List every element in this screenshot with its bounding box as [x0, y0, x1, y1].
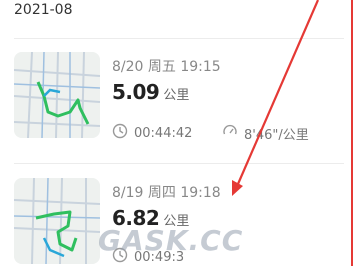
distance-value: 5.09 [112, 80, 160, 104]
route-map-thumbnail [14, 52, 100, 138]
route-map-thumbnail [14, 178, 100, 264]
run-date: 8/20 周五 19:15 [112, 59, 221, 75]
record-divider [14, 163, 345, 164]
header-divider [14, 38, 345, 39]
watermark-logo: GASK.CC [98, 224, 244, 257]
run-record-card[interactable]: 8/20 周五 19:15 5.09 公里 00:44:42 8'46"/公里 [0, 42, 359, 143]
distance-unit: 公里 [163, 88, 190, 103]
pace-value: 8'46"/公里 [244, 127, 309, 143]
month-header: 2021-08 [14, 2, 73, 18]
run-duration: 00:44:42 [112, 123, 192, 143]
run-pace: 8'46"/公里 [222, 123, 309, 143]
clock-icon [112, 123, 128, 143]
run-date: 8/19 周四 19:18 [112, 185, 221, 201]
speedometer-icon [222, 123, 238, 143]
duration-value: 00:44:42 [134, 125, 193, 141]
annotation-bar [344, 0, 359, 266]
run-distance: 5.09 公里 [112, 80, 189, 104]
